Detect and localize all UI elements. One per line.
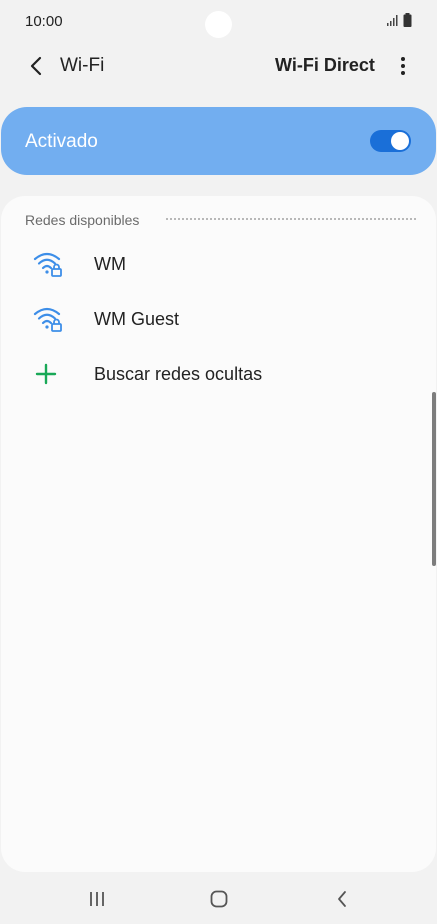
- search-hidden-networks[interactable]: Buscar redes ocultas: [1, 347, 436, 401]
- wifi-locked-icon: [33, 307, 62, 332]
- signal-icon: [387, 15, 398, 26]
- networks-card: Redes disponibles WM WM Guest Buscar red…: [1, 196, 436, 872]
- battery-icon: [403, 13, 412, 27]
- section-header: Redes disponibles: [25, 212, 140, 228]
- back-icon: [338, 891, 346, 907]
- more-options-button[interactable]: [388, 50, 418, 82]
- scrollbar[interactable]: [432, 392, 436, 566]
- page-title: Wi-Fi: [60, 55, 105, 76]
- navigation-bar: [0, 874, 437, 924]
- search-hidden-label: Buscar redes ocultas: [94, 364, 263, 384]
- status-icons: [386, 13, 412, 27]
- home-button[interactable]: [199, 886, 239, 912]
- wifi-direct-button[interactable]: Wi-Fi Direct: [275, 55, 375, 76]
- more-options-icon: [401, 57, 405, 75]
- recent-apps-button[interactable]: [77, 886, 117, 912]
- toggle-label: Activado: [25, 131, 98, 152]
- wifi-toggle-card[interactable]: Activado: [1, 107, 436, 175]
- wifi-locked-icon: [33, 252, 62, 277]
- section-divider: [166, 218, 416, 220]
- recent-apps-icon: [90, 892, 104, 906]
- back-button[interactable]: [20, 50, 52, 82]
- network-item-wm[interactable]: WM: [1, 237, 436, 291]
- app-bar: Wi-Fi Wi-Fi Direct: [0, 44, 437, 88]
- home-icon: [210, 890, 228, 908]
- status-bar: 10:00: [0, 0, 437, 44]
- plus-icon: [35, 363, 57, 385]
- network-label: WM: [94, 254, 126, 274]
- camera-cutout: [205, 11, 232, 38]
- status-time: 10:00: [25, 13, 63, 30]
- switch-knob: [391, 132, 409, 150]
- wifi-switch[interactable]: [370, 130, 411, 152]
- back-arrow-icon: [30, 56, 42, 76]
- network-label: WM Guest: [94, 309, 180, 329]
- network-item-wm-guest[interactable]: WM Guest: [1, 292, 436, 346]
- back-nav-button[interactable]: [322, 886, 362, 912]
